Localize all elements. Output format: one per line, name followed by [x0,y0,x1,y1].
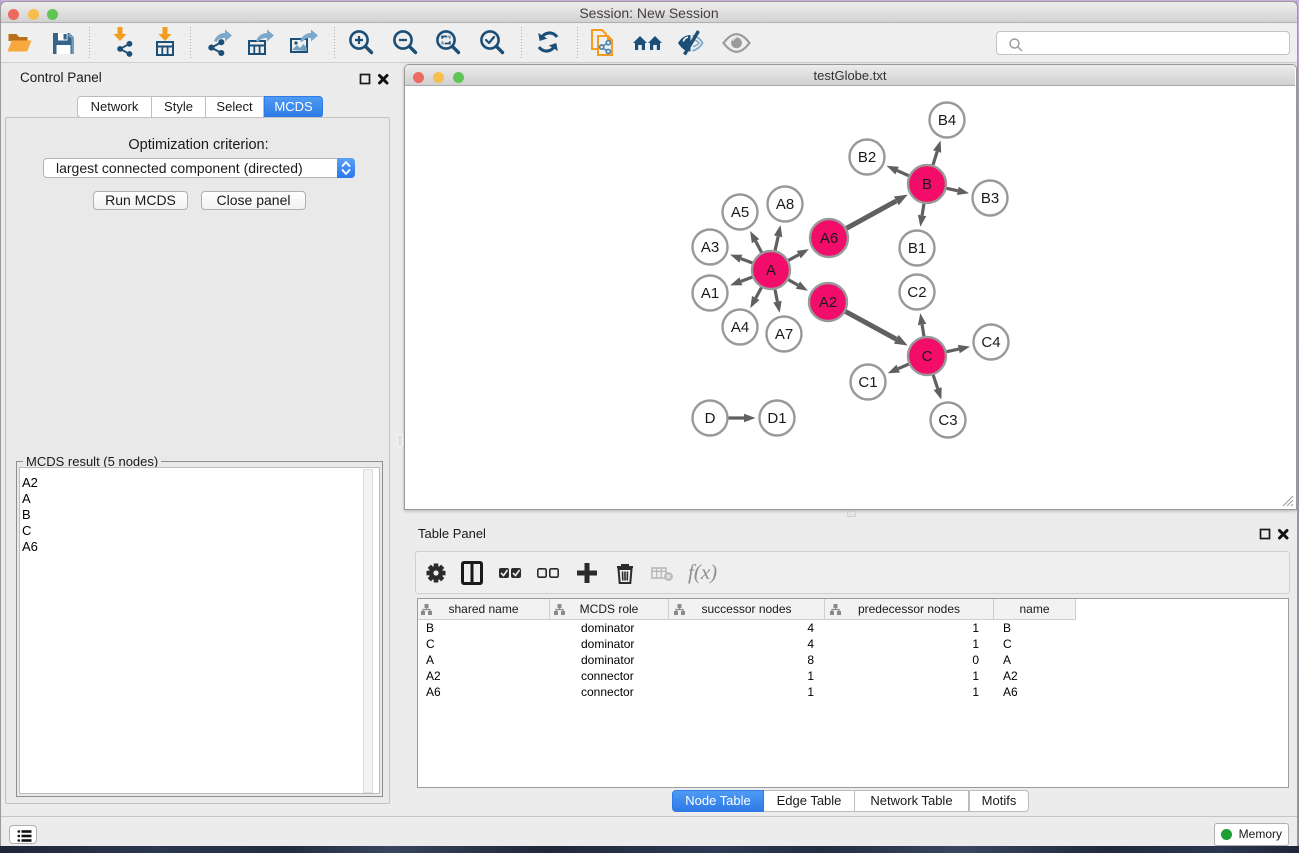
svg-text:A3: A3 [701,239,719,256]
svg-text:D1: D1 [767,410,786,427]
svg-text:A5: A5 [731,204,749,221]
svg-text:A8: A8 [776,196,794,213]
svg-text:C2: C2 [907,284,926,301]
svg-text:C4: C4 [981,334,1000,351]
svg-text:C: C [922,348,933,365]
svg-text:C3: C3 [938,412,957,429]
svg-text:B: B [922,176,932,193]
svg-text:B4: B4 [938,112,956,129]
svg-text:C1: C1 [858,374,877,391]
svg-text:A7: A7 [775,326,793,343]
svg-text:A: A [766,262,776,279]
svg-text:B3: B3 [981,190,999,207]
svg-text:B2: B2 [858,149,876,166]
svg-text:A2: A2 [819,294,837,311]
svg-text:A1: A1 [701,285,719,302]
svg-text:D: D [705,410,716,427]
svg-text:f(x): f(x) [688,560,717,584]
svg-text:A6: A6 [820,230,838,247]
svg-text:A4: A4 [731,319,749,336]
svg-text:B1: B1 [908,240,926,257]
